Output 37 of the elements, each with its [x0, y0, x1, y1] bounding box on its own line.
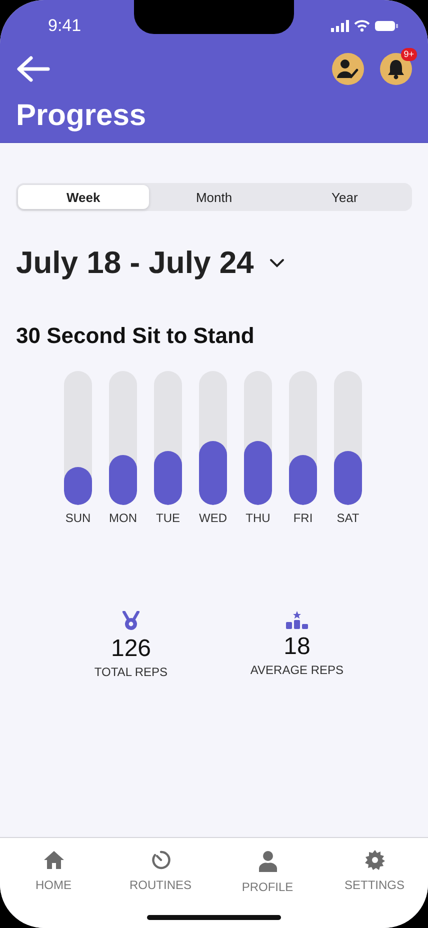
tab-bar-item[interactable]: HOME: [8, 850, 98, 892]
day-label: MON: [109, 511, 137, 525]
tab-bar-item[interactable]: PROFILE: [222, 850, 312, 894]
tab-bar-item[interactable]: ROUTINES: [116, 850, 206, 892]
wifi-icon: [354, 20, 370, 32]
signal-icon: [331, 20, 349, 32]
exercise-title: 30 Second Sit to Stand: [16, 323, 256, 349]
edit-profile-button[interactable]: [332, 53, 364, 85]
home-icon: [42, 850, 64, 870]
settings-icon: [364, 850, 384, 870]
period-tab[interactable]: Month: [148, 185, 280, 209]
timer-icon: [150, 850, 170, 870]
period-tab[interactable]: Year: [279, 185, 410, 209]
stat-value: 126: [110, 635, 152, 663]
battery-icon: [375, 21, 398, 31]
back-arrow-icon[interactable]: [16, 55, 50, 83]
status-time: 9:41: [48, 16, 82, 36]
medal-icon: [122, 611, 140, 631]
stat-label: TOTAL REPS: [94, 665, 168, 679]
day-label: THU: [246, 511, 270, 525]
day-label: SUN: [65, 511, 91, 525]
page-title: Progress: [16, 98, 148, 134]
day-label: SAT: [336, 511, 360, 525]
period-tab[interactable]: Week: [18, 185, 149, 209]
chevron-down-icon[interactable]: [268, 257, 286, 269]
stat-value: 18: [284, 633, 310, 661]
bell-icon: [386, 58, 406, 80]
date-range-title: July 18 - July 24: [16, 245, 254, 281]
stat-label: AVERAGE REPS: [250, 663, 344, 677]
profile-icon: [258, 850, 276, 872]
day-label: TUE: [156, 511, 180, 525]
tab-bar-item[interactable]: SETTINGS: [330, 850, 420, 892]
podium-icon: [286, 611, 308, 629]
notification-badge: 9+: [400, 48, 417, 61]
day-label: FRI: [293, 511, 313, 525]
day-label: WED: [199, 511, 227, 525]
person-pencil-icon: [337, 58, 359, 80]
